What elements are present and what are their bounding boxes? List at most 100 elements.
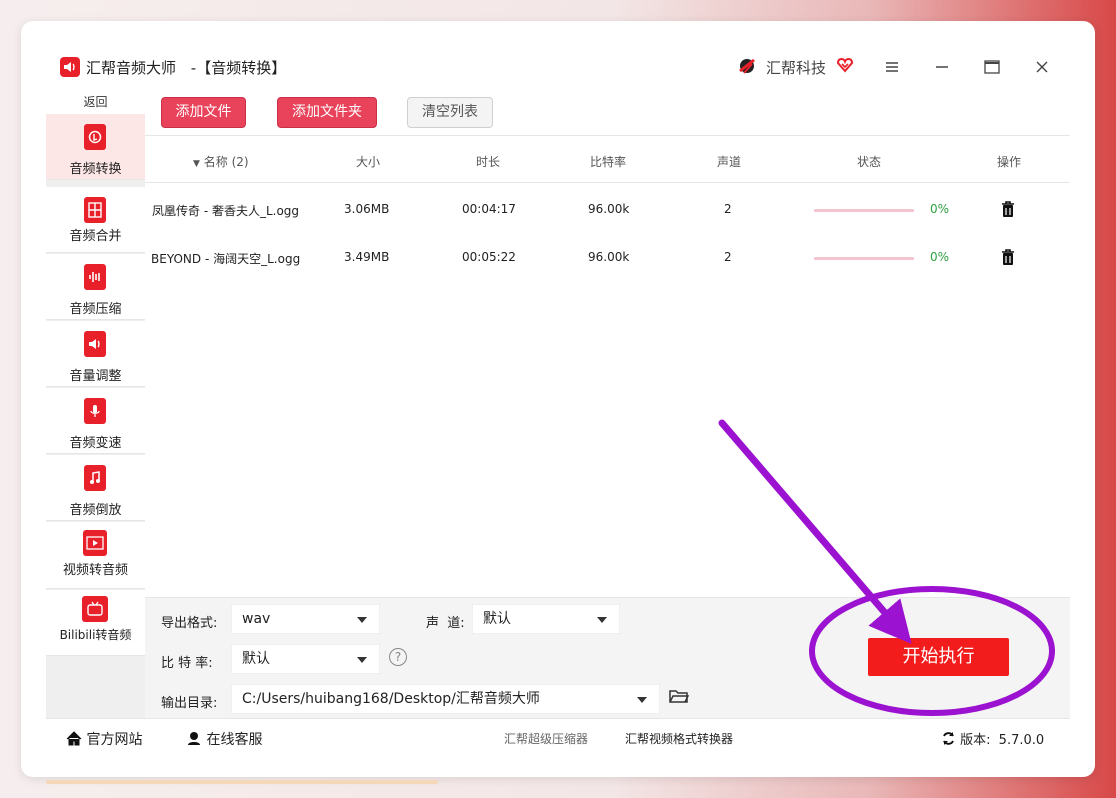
- chevron-down-icon: [357, 617, 367, 623]
- bitrate-select[interactable]: 默认: [231, 644, 380, 674]
- sidebar-item-label: 音频合并: [69, 229, 122, 244]
- file-duration: 00:05:22: [462, 250, 516, 264]
- channel-select[interactable]: 默认: [472, 604, 620, 634]
- sort-down-icon: ▼: [193, 159, 200, 169]
- sidebar-item-volume[interactable]: 音量调整: [46, 321, 145, 387]
- headset-icon: [188, 732, 200, 745]
- heart-icon[interactable]: [836, 56, 854, 74]
- bitrate-value: 默认: [242, 651, 270, 667]
- video-converter-link[interactable]: 汇帮视频格式转换器: [625, 730, 733, 747]
- microphone-icon: [84, 398, 106, 424]
- music-note-icon: [84, 465, 106, 491]
- column-header-status: 状态: [857, 155, 882, 169]
- output-path-value: C:/Users/huibang168/Desktop/汇帮音频大师: [242, 691, 540, 707]
- add-folder-button[interactable]: 添加文件夹: [277, 97, 377, 128]
- column-header-name[interactable]: ▼ 名称 (2): [193, 153, 249, 170]
- sidebar-item-audio-convert[interactable]: 音频转换: [46, 114, 145, 180]
- trash-icon[interactable]: [1000, 248, 1016, 266]
- refresh-icon: [943, 732, 954, 745]
- chevron-down-icon: [597, 617, 607, 623]
- column-header-bitrate: 比特率: [590, 155, 627, 169]
- add-file-button[interactable]: 添加文件: [161, 97, 246, 128]
- status-bar: 官方网站 在线客服 汇帮超级压缩器 汇帮视频格式转换器 版本: 5.7.0.0: [46, 718, 1070, 753]
- sidebar-item-label: 音频转换: [69, 162, 122, 177]
- minimize-button[interactable]: [927, 53, 957, 81]
- clear-list-button[interactable]: 清空列表: [407, 97, 493, 128]
- column-header-channels: 声道: [717, 155, 742, 169]
- settings-panel: 导出格式: wav 声 道: 默认 比 特 率: 默认 ? 输出目录: C:/U…: [145, 597, 1070, 718]
- sidebar-item-label: 音频变速: [69, 436, 122, 451]
- folder-open-icon[interactable]: [669, 688, 689, 704]
- progress-bar: [814, 257, 914, 260]
- home-icon: [66, 731, 82, 746]
- file-channels: 2: [724, 202, 732, 216]
- film-icon: [83, 530, 107, 556]
- app-name: 汇帮音频大师: [86, 59, 177, 77]
- sidebar-item-label: 音量调整: [69, 369, 122, 384]
- trash-icon[interactable]: [1000, 200, 1016, 218]
- maximize-icon: [984, 60, 1000, 74]
- chevron-down-icon: [637, 697, 647, 703]
- file-duration: 00:04:17: [462, 202, 516, 216]
- sidebar-item-audio-reverse[interactable]: 音频倒放: [46, 455, 145, 521]
- website-link[interactable]: 官方网站: [66, 729, 142, 749]
- audio-convert-icon: [84, 124, 106, 150]
- sidebar-item-audio-merge[interactable]: 音频合并: [46, 187, 145, 253]
- file-name: 凤凰传奇 - 奢香夫人_L.ogg: [152, 204, 300, 218]
- file-size: 3.49MB: [344, 250, 390, 264]
- start-button[interactable]: 开始执行: [868, 638, 1009, 676]
- speaker-logo-icon: [60, 57, 80, 77]
- output-path-select[interactable]: C:/Users/huibang168/Desktop/汇帮音频大师: [231, 684, 660, 714]
- toolbar: 添加文件 添加文件夹 清空列表: [145, 90, 1070, 136]
- sidebar-item-audio-compress[interactable]: 音频压缩: [46, 254, 145, 320]
- sidebar-item-label: Bilibili转音频: [59, 628, 132, 642]
- support-link[interactable]: 在线客服: [186, 729, 262, 749]
- menu-button[interactable]: [877, 53, 907, 81]
- column-header-actions: 操作: [997, 155, 1022, 169]
- app-window: 汇帮音频大师 -【音频转换】 汇帮科技 返回 音频转换 音频合并 音频压缩 音量…: [46, 45, 1070, 753]
- table-row[interactable]: BEYOND - 海阔天空_L.ogg 3.49MB 00:05:22 96.0…: [145, 234, 1070, 282]
- minimize-icon: [936, 66, 948, 68]
- version-info: 版本: 5.7.0.0: [941, 729, 1044, 748]
- channel-value: 默认: [483, 611, 511, 627]
- back-link[interactable]: 返回: [46, 90, 145, 114]
- table-header: ▼ 名称 (2) 大小 时长 比特率 声道 状态 操作: [145, 137, 1070, 183]
- page-title: -【音频转换】: [190, 59, 287, 77]
- window-title: 汇帮音频大师 -【音频转换】: [86, 57, 286, 78]
- brand-logo-icon: [739, 58, 755, 74]
- file-bitrate: 96.00k: [588, 250, 630, 264]
- file-name: BEYOND - 海阔天空_L.ogg: [151, 252, 301, 266]
- close-button[interactable]: [1027, 53, 1057, 81]
- help-icon[interactable]: ?: [389, 648, 407, 666]
- sidebar-item-label: 视频转音频: [62, 563, 128, 578]
- bitrate-label: 比 特 率:: [161, 656, 213, 671]
- column-header-duration: 时长: [476, 155, 501, 169]
- format-label: 导出格式:: [161, 616, 218, 631]
- title-bar: 汇帮音频大师 -【音频转换】 汇帮科技: [46, 45, 1070, 90]
- audio-merge-icon: [84, 197, 106, 223]
- sidebar-item-label: 音频压缩: [69, 302, 122, 317]
- file-bitrate: 96.00k: [588, 202, 630, 216]
- format-select[interactable]: wav: [231, 604, 380, 634]
- brand-text: 汇帮科技: [766, 59, 827, 77]
- compressor-link[interactable]: 汇帮超级压缩器: [504, 730, 588, 747]
- chevron-down-icon: [357, 657, 367, 663]
- file-size: 3.06MB: [344, 202, 390, 216]
- volume-icon: [84, 331, 106, 357]
- progress-percent: 0%: [930, 202, 950, 216]
- table-row[interactable]: 凤凰传奇 - 奢香夫人_L.ogg 3.06MB 00:04:17 96.00k…: [145, 186, 1070, 234]
- audio-compress-icon: [84, 264, 106, 290]
- progress-bar: [814, 209, 914, 212]
- channel-label: 声 道:: [426, 616, 465, 631]
- sidebar-item-bilibili[interactable]: Bilibili转音频: [46, 590, 145, 656]
- hamburger-icon: [886, 62, 898, 72]
- sidebar: 返回 音频转换 音频合并 音频压缩 音量调整 音频变速 音频倒放 视频转音频 B…: [46, 90, 145, 718]
- close-icon: [1036, 61, 1048, 73]
- output-label: 输出目录:: [161, 696, 218, 711]
- column-header-size: 大小: [356, 155, 381, 169]
- file-table: ▼ 名称 (2) 大小 时长 比特率 声道 状态 操作 凤凰传奇 - 奢香夫人_…: [145, 137, 1070, 597]
- maximize-button[interactable]: [977, 53, 1007, 81]
- sidebar-item-label: 音频倒放: [69, 503, 122, 518]
- sidebar-item-video-to-audio[interactable]: 视频转音频: [46, 522, 145, 589]
- sidebar-item-audio-speed[interactable]: 音频变速: [46, 388, 145, 454]
